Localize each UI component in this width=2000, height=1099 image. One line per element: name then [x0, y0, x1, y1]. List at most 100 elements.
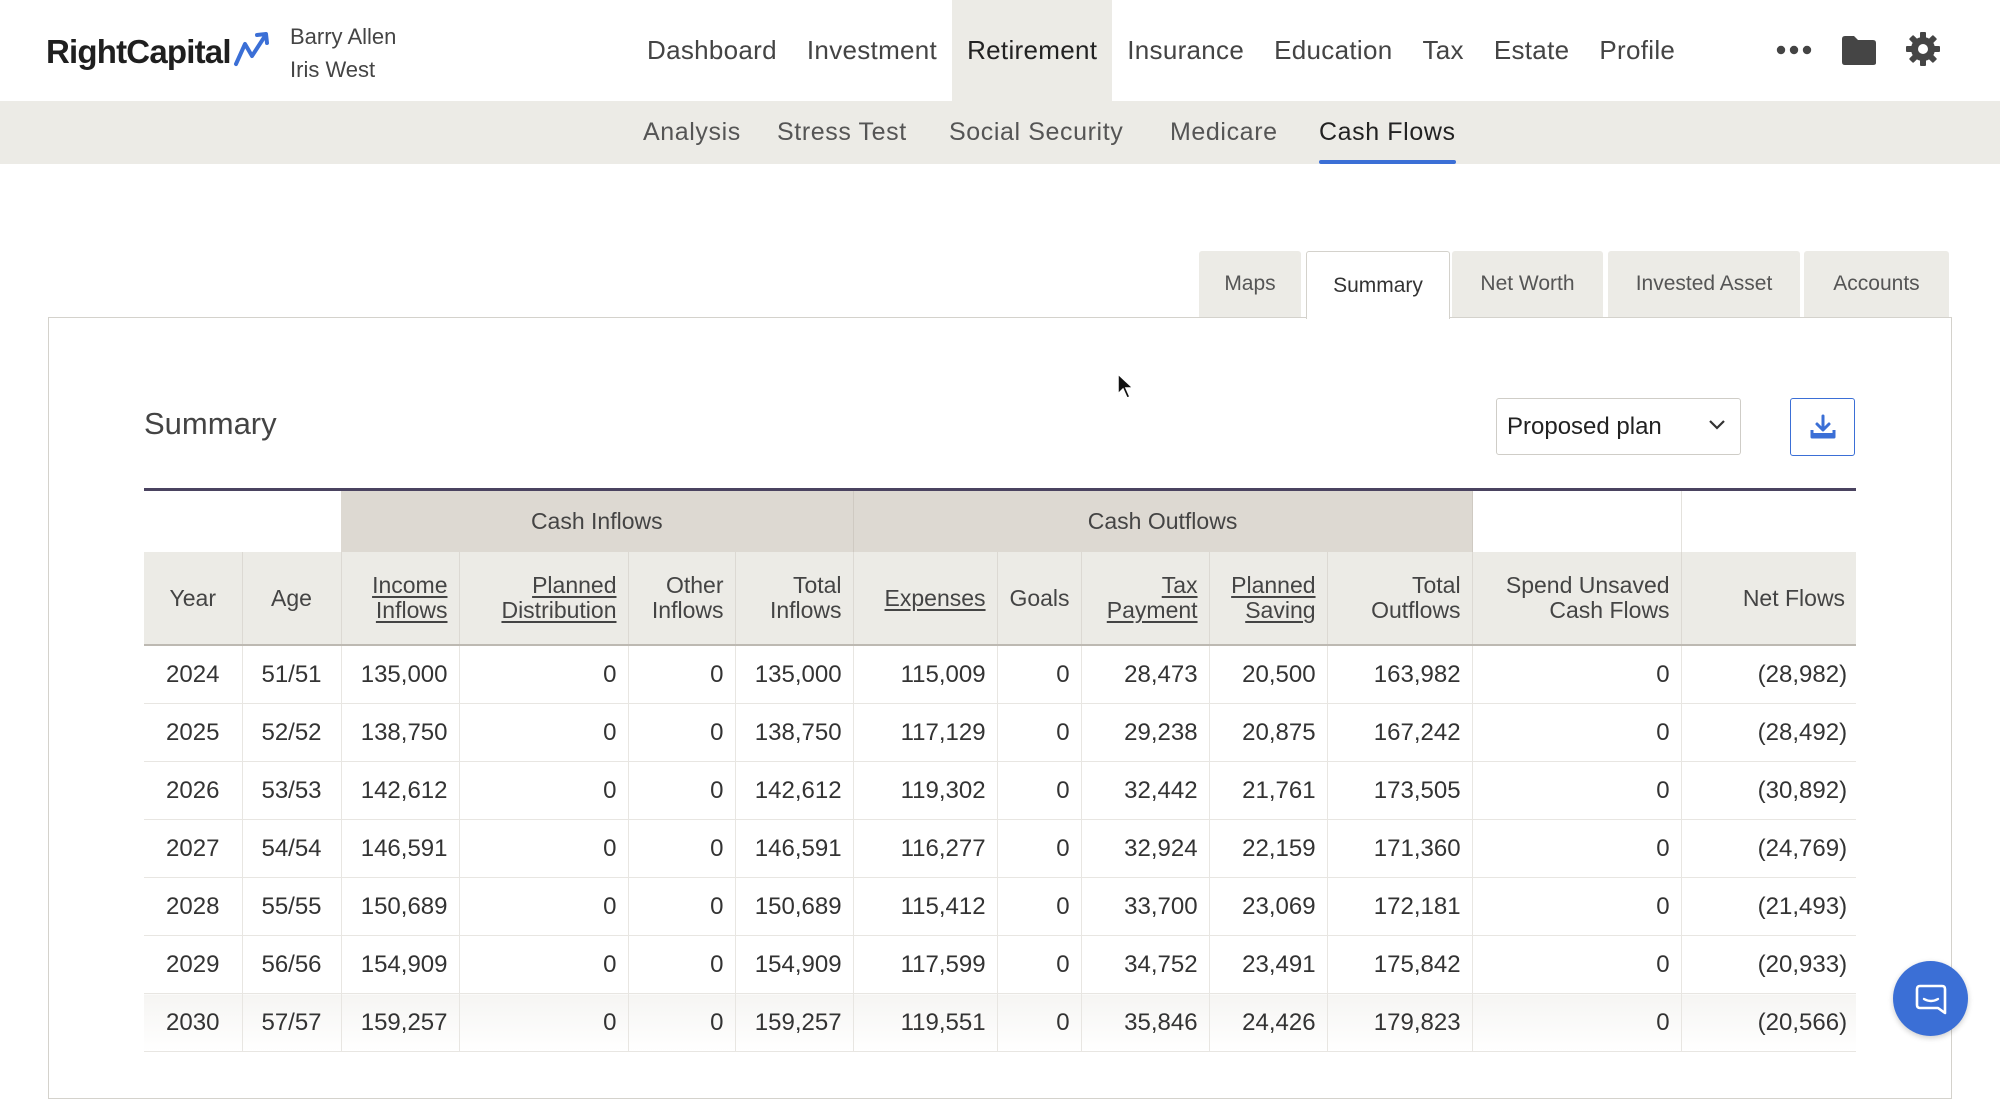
cell-age: 56/56: [242, 935, 342, 994]
cell-total-outflows: 175,842: [1327, 935, 1473, 994]
table-row: 2028 55/55 150,689 0 0 150,689 115,412 0 33,700 2…: [144, 877, 1857, 936]
table-row: 2025 52/52 138,750 0 0 138,750 117,129 0 29,238 2…: [144, 703, 1857, 762]
cell-tax-payment: 32,924: [1081, 819, 1210, 878]
nav-retirement[interactable]: Retirement: [952, 0, 1113, 101]
col-net-flows: Net Flows: [1681, 552, 1857, 646]
cell-expenses: 115,412: [853, 877, 998, 936]
cell-year: 2030: [144, 993, 243, 1052]
summary-title: Summary: [144, 406, 277, 441]
cell-planned-saving: 22,159: [1209, 819, 1328, 878]
cell-total-inflows: 154,909: [735, 935, 854, 994]
tab-summary[interactable]: Summary: [1306, 251, 1450, 319]
subnav-social-security[interactable]: Social Security: [949, 101, 1123, 164]
cell-net-flows: (30,892): [1681, 761, 1857, 820]
cell-expenses: 119,551: [853, 993, 998, 1052]
cell-expenses: 119,302: [853, 761, 998, 820]
client-name-1: Barry Allen: [290, 24, 397, 49]
nav-investment[interactable]: Investment: [792, 0, 952, 101]
plan-select-value: Proposed plan: [1507, 412, 1662, 440]
gear-icon[interactable]: [1905, 31, 1941, 72]
client-names[interactable]: Barry Allen Iris West: [290, 20, 396, 86]
cell-net-flows: (24,769): [1681, 819, 1857, 878]
col-age: Age: [242, 552, 342, 646]
subnav-medicare[interactable]: Medicare: [1170, 101, 1278, 164]
cell-net-flows: (28,982): [1681, 645, 1857, 704]
cell-spend-unsaved: 0: [1472, 993, 1682, 1052]
mouse-cursor-icon: [1117, 372, 1135, 399]
nav-estate[interactable]: Estate: [1479, 0, 1585, 101]
cell-net-flows: (28,492): [1681, 703, 1857, 762]
main-nav: Dashboard Investment Retirement Insuranc…: [632, 0, 1690, 101]
cell-planned-saving: 21,761: [1209, 761, 1328, 820]
cell-planned-distribution: 0: [459, 993, 629, 1052]
col-planned-distribution-label[interactable]: Planned Distribution: [501, 572, 616, 623]
cell-year: 2024: [144, 645, 243, 704]
cell-year: 2027: [144, 819, 243, 878]
col-planned-saving[interactable]: Planned Saving: [1209, 552, 1328, 646]
cell-goals: 0: [997, 993, 1082, 1052]
cell-spend-unsaved: 0: [1472, 877, 1682, 936]
cell-other-inflows: 0: [628, 761, 736, 820]
nav-tax[interactable]: Tax: [1407, 0, 1478, 101]
subnav-stress-test[interactable]: Stress Test: [777, 101, 907, 164]
col-planned-saving-label[interactable]: Planned Saving: [1231, 572, 1315, 623]
cell-expenses: 117,129: [853, 703, 998, 762]
cell-total-inflows: 142,612: [735, 761, 854, 820]
logo-text: RightCapital: [46, 33, 232, 70]
plan-select[interactable]: Proposed plan: [1496, 398, 1741, 455]
cell-income-inflows: 146,591: [341, 819, 460, 878]
nav-insurance[interactable]: Insurance: [1112, 0, 1259, 101]
cell-other-inflows: 0: [628, 703, 736, 762]
tab-invested-asset[interactable]: Invested Asset: [1608, 251, 1800, 317]
nav-education[interactable]: Education: [1259, 0, 1407, 101]
folder-icon[interactable]: [1840, 33, 1878, 72]
cell-other-inflows: 0: [628, 819, 736, 878]
nav-profile[interactable]: Profile: [1584, 0, 1690, 101]
subnav-cash-flows[interactable]: Cash Flows: [1319, 101, 1456, 164]
col-spend-unsaved: Spend Unsaved Cash Flows: [1472, 552, 1682, 646]
col-income-inflows-label[interactable]: Income Inflows: [372, 572, 447, 623]
logo[interactable]: RightCapital: [46, 30, 273, 74]
col-total-outflows: Total Outflows: [1327, 552, 1473, 646]
logo-arrow-icon: [233, 32, 269, 66]
more-dots-icon[interactable]: [1774, 34, 1814, 66]
cell-age: 57/57: [242, 993, 342, 1052]
download-button[interactable]: [1790, 398, 1855, 456]
tab-net-worth[interactable]: Net Worth: [1452, 251, 1603, 317]
nav-dashboard[interactable]: Dashboard: [632, 0, 792, 101]
cell-age: 53/53: [242, 761, 342, 820]
cell-tax-payment: 34,752: [1081, 935, 1210, 994]
cell-tax-payment: 32,442: [1081, 761, 1210, 820]
table-row: 2024 51/51 135,000 0 0 135,000 115,009 0 28,473 2…: [144, 645, 1857, 704]
download-icon: [1810, 414, 1835, 439]
cell-income-inflows: 154,909: [341, 935, 460, 994]
cell-income-inflows: 138,750: [341, 703, 460, 762]
col-tax-payment-label[interactable]: Tax Payment: [1107, 572, 1198, 623]
cell-other-inflows: 0: [628, 645, 736, 704]
cell-year: 2029: [144, 935, 243, 994]
cell-planned-distribution: 0: [459, 645, 629, 704]
chat-button[interactable]: [1893, 961, 1968, 1036]
cell-planned-distribution: 0: [459, 703, 629, 762]
cell-planned-distribution: 0: [459, 935, 629, 994]
cell-tax-payment: 28,473: [1081, 645, 1210, 704]
subnav-analysis[interactable]: Analysis: [643, 101, 741, 164]
table-body: 2024 51/51 135,000 0 0 135,000 115,009 0 28,473 2…: [144, 645, 1857, 1052]
group-blank: [144, 491, 341, 552]
cell-goals: 0: [997, 819, 1082, 878]
cell-income-inflows: 159,257: [341, 993, 460, 1052]
col-income-inflows[interactable]: Income Inflows: [341, 552, 460, 646]
cell-total-outflows: 173,505: [1327, 761, 1473, 820]
col-planned-distribution[interactable]: Planned Distribution: [459, 552, 629, 646]
col-expenses[interactable]: Expenses: [853, 552, 998, 646]
cell-income-inflows: 150,689: [341, 877, 460, 936]
tab-maps[interactable]: Maps: [1199, 251, 1301, 317]
tab-accounts[interactable]: Accounts: [1804, 251, 1949, 317]
table-row: 2029 56/56 154,909 0 0 154,909 117,599 0 34,752 2…: [144, 935, 1857, 994]
cell-total-inflows: 159,257: [735, 993, 854, 1052]
cell-total-inflows: 146,591: [735, 819, 854, 878]
col-expenses-label[interactable]: Expenses: [885, 585, 986, 611]
top-bar: RightCapital Barry Allen Iris West Dashb…: [0, 0, 2000, 101]
cell-total-outflows: 163,982: [1327, 645, 1473, 704]
col-tax-payment[interactable]: Tax Payment: [1081, 552, 1210, 646]
